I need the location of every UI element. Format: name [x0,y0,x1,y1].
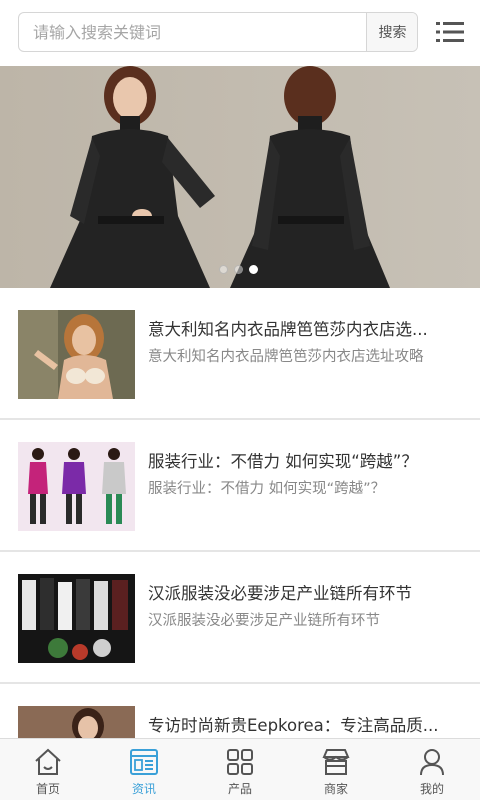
carousel-dot-active[interactable] [249,265,258,274]
header: 搜索 [0,0,480,66]
tab-merchants[interactable]: 商家 [288,739,384,800]
carousel-dot[interactable] [234,265,243,274]
search-input[interactable] [19,13,366,51]
tab-label: 首页 [35,782,60,796]
search-box: 搜索 [18,12,418,52]
home-icon [35,748,61,775]
article-title: 汉派服装没必要涉足产业链所有环节 [148,584,412,603]
article-summary: 服装行业：不借力 如何实现“跨越”？ [148,481,386,497]
search-button[interactable]: 搜索 [366,13,417,51]
tab-home[interactable]: 首页 [0,739,96,800]
tab-products[interactable]: 产品 [192,739,288,800]
tab-label: 资讯 [131,782,156,796]
article-item[interactable]: 汉派服装没必要涉足产业链所有环节 汉派服装没必要涉足产业链所有环节 [0,552,480,684]
article-title: 服装行业：不借力 如何实现“跨越”？ [148,452,418,471]
news-icon [130,749,158,775]
article-thumbnail [18,442,135,531]
grid-icon [227,749,253,775]
tab-label: 产品 [227,782,252,796]
tab-label: 我的 [419,782,444,796]
carousel-dot[interactable] [219,265,228,274]
tab-label: 商家 [323,782,348,796]
tab-news[interactable]: 资讯 [96,739,192,800]
tab-profile[interactable]: 我的 [384,739,480,800]
article-item[interactable]: 意大利知名内衣品牌笆笆莎内衣店选... 意大利知名内衣品牌笆笆莎内衣店选址攻略 [0,288,480,420]
user-icon [420,749,444,776]
store-icon [322,749,350,775]
menu-list-icon[interactable] [436,18,464,46]
article-title: 意大利知名内衣品牌笆笆莎内衣店选... [148,320,428,339]
carousel-indicators [219,265,258,274]
article-thumbnail [18,310,135,399]
article-summary: 意大利知名内衣品牌笆笆莎内衣店选址攻略 [148,349,424,365]
article-title: 专访时尚新贵Eepkorea：专注高品质... [148,716,439,735]
banner-image [0,66,480,288]
banner-carousel[interactable] [0,66,480,288]
article-summary: 汉派服装没必要涉足产业链所有环节 [148,613,380,629]
article-list: 意大利知名内衣品牌笆笆莎内衣店选... 意大利知名内衣品牌笆笆莎内衣店选址攻略 … [0,288,480,800]
bottom-tab-bar: 首页 资讯 产品 商家 我的 [0,738,480,800]
article-item[interactable]: 服装行业：不借力 如何实现“跨越”？ 服装行业：不借力 如何实现“跨越”？ [0,420,480,552]
article-thumbnail [18,574,135,663]
